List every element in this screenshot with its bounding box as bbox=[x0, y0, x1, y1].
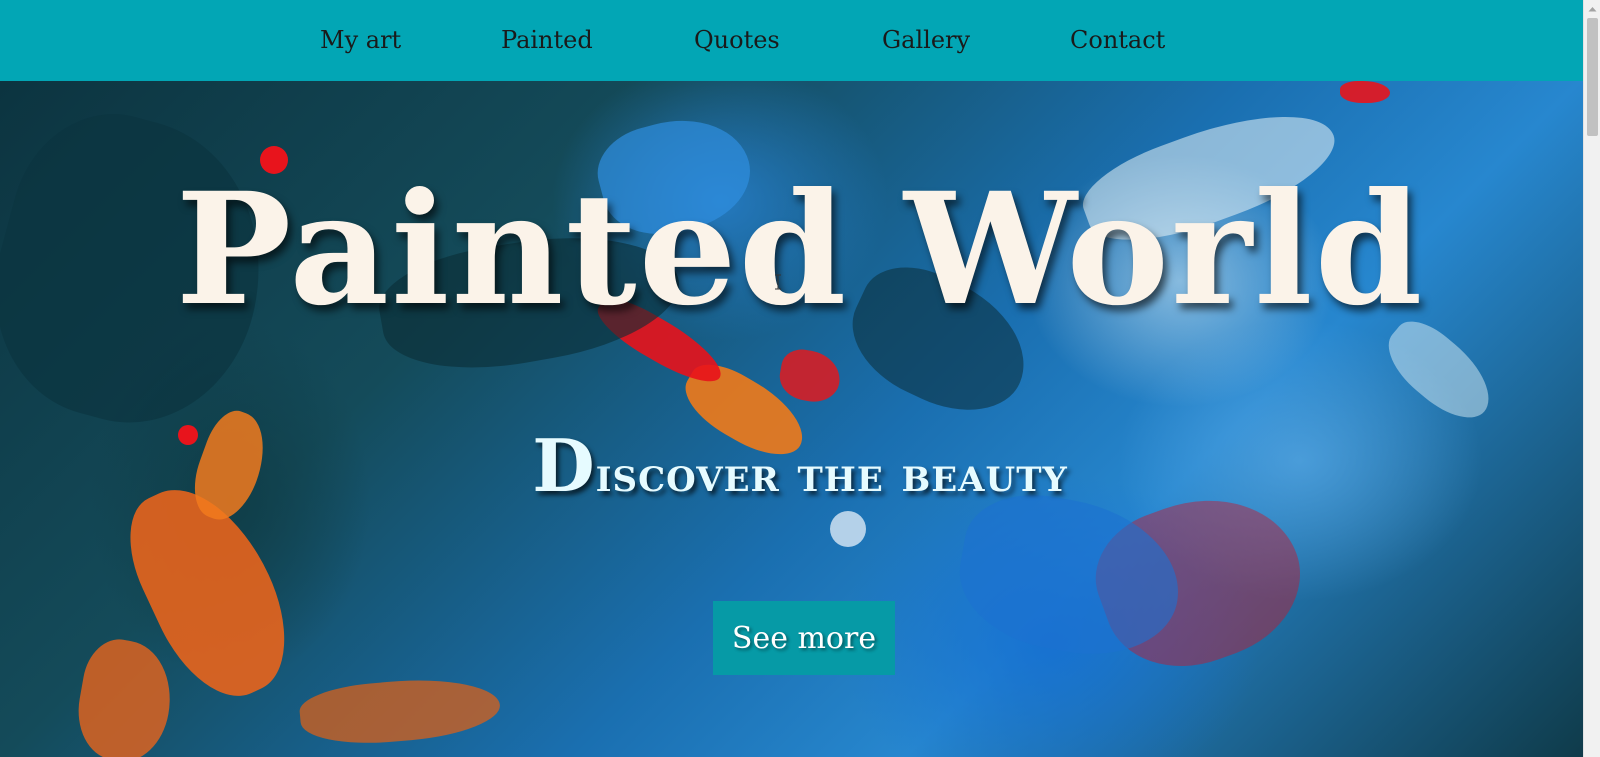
vertical-scrollbar[interactable] bbox=[1583, 0, 1600, 757]
text-cursor-icon bbox=[774, 274, 782, 290]
hero-subtitle-rest: iscover the beauty bbox=[595, 447, 1068, 503]
nav-link-my-art[interactable]: My art bbox=[320, 24, 401, 56]
nav-link-gallery[interactable]: Gallery bbox=[882, 24, 970, 56]
hero-subtitle: Discover the beauty bbox=[0, 426, 1583, 515]
scroll-up-arrow-icon[interactable] bbox=[1584, 0, 1600, 17]
nav-link-quotes[interactable]: Quotes bbox=[694, 24, 780, 56]
see-more-button[interactable]: See more bbox=[713, 601, 895, 675]
hero-subtitle-initial: D bbox=[532, 423, 596, 508]
hero-section: Painted World Discover the beauty See mo… bbox=[0, 81, 1583, 757]
hero-title: Painted World bbox=[175, 159, 1425, 340]
top-navbar: My art Painted Quotes Gallery Contact bbox=[0, 0, 1583, 81]
nav-link-contact[interactable]: Contact bbox=[1070, 24, 1165, 56]
nav-link-painted[interactable]: Painted bbox=[501, 24, 593, 56]
scrollbar-thumb[interactable] bbox=[1587, 18, 1598, 136]
